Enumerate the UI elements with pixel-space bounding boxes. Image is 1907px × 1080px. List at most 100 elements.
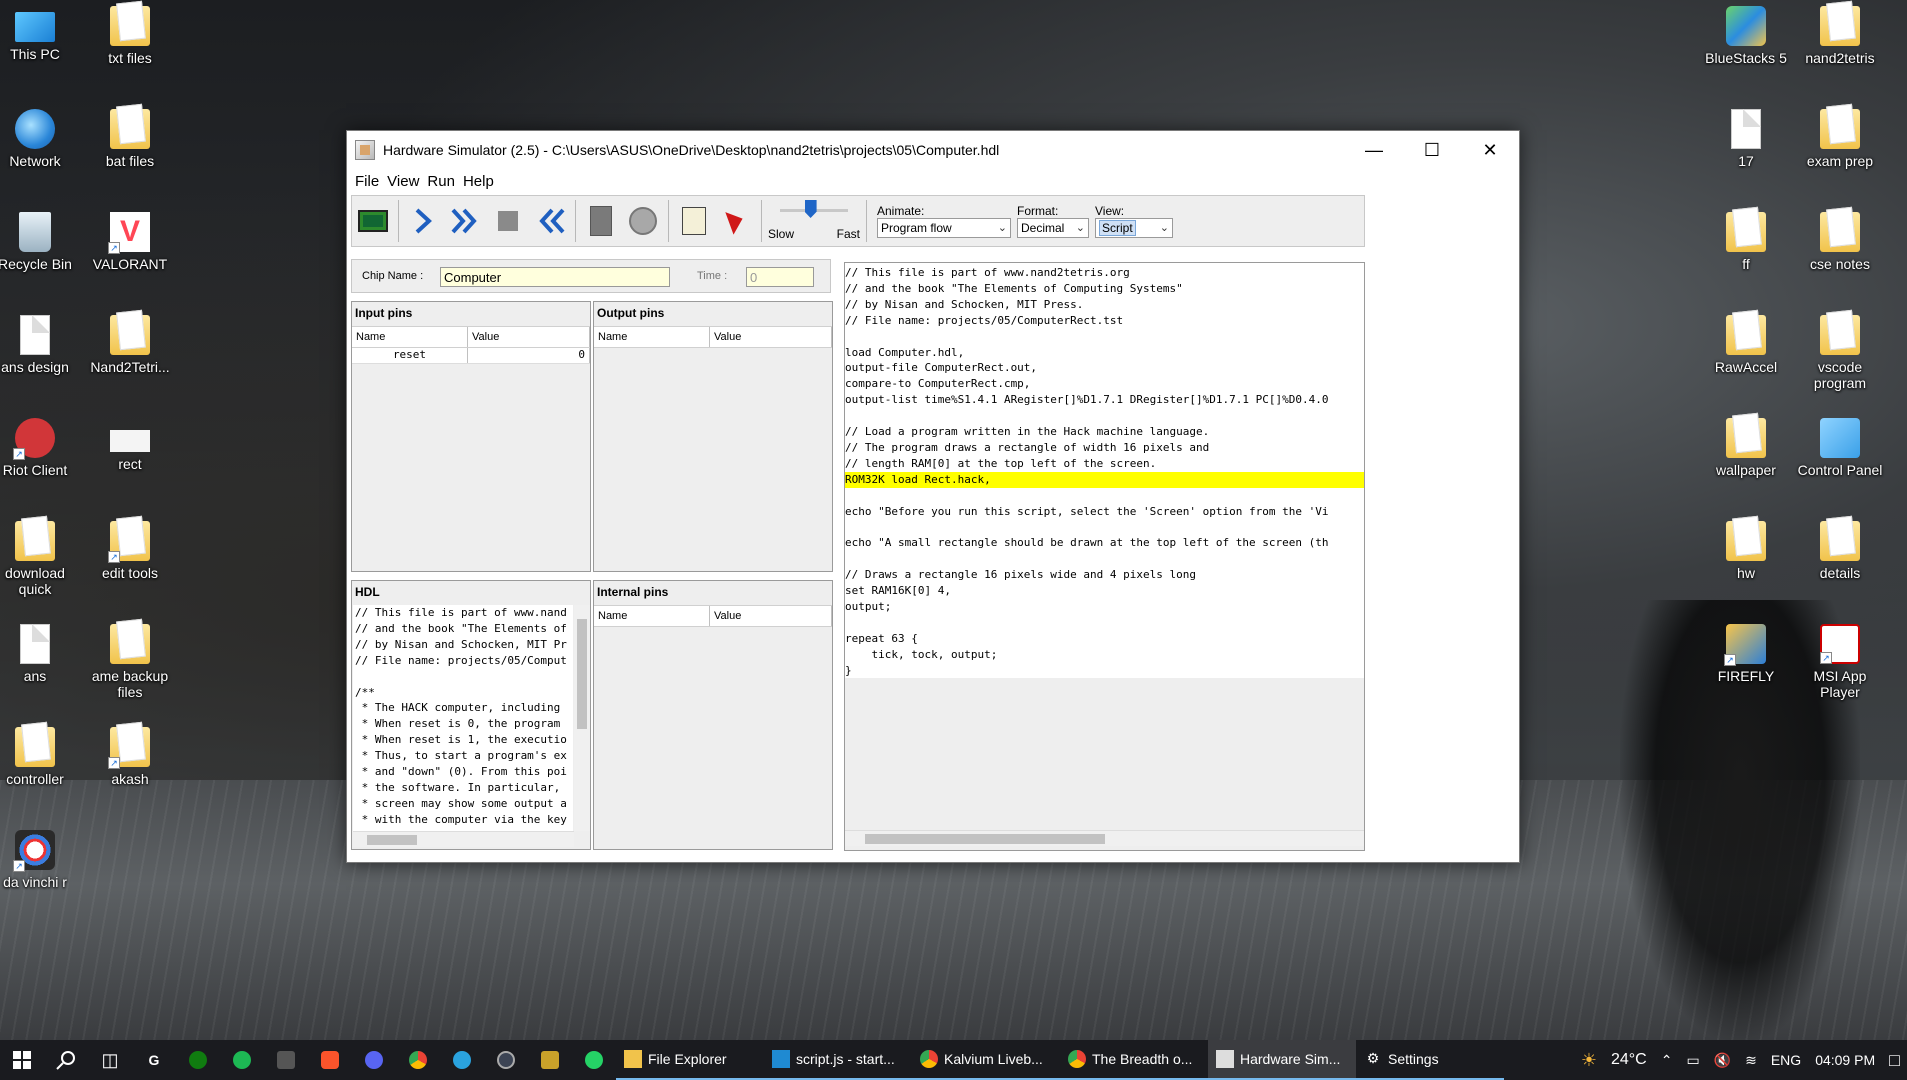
window-titlebar[interactable]: Hardware Simulator (2.5) - C:\Users\ASUS… — [347, 131, 1519, 169]
clock[interactable]: 04:09 PM — [1808, 1052, 1882, 1068]
battery-icon[interactable]: ▭ — [1679, 1052, 1706, 1069]
desktop-icon[interactable]: txt files — [82, 6, 178, 66]
desktop-icon[interactable]: wallpaper — [1698, 418, 1794, 478]
desktop-icon[interactable]: bat files — [82, 109, 178, 169]
slider-thumb[interactable] — [804, 200, 817, 218]
desktop-icon[interactable]: download quick — [0, 521, 83, 597]
desktop-icon[interactable]: RawAccel — [1698, 315, 1794, 375]
load-script-button[interactable] — [674, 201, 714, 241]
menu-run[interactable]: Run — [423, 173, 459, 190]
breakpoints-button[interactable] — [716, 201, 756, 241]
desktop-icon[interactable]: exam prep — [1792, 109, 1888, 169]
view-dropdown[interactable]: Script ⌄ — [1095, 218, 1173, 238]
taskbar-app[interactable] — [220, 1040, 264, 1080]
desktop-icon[interactable]: Nand2Tetri... — [82, 315, 178, 375]
maximize-icon[interactable]: ☐ — [1403, 131, 1461, 169]
desktop-icon[interactable]: VALORANT — [82, 212, 178, 272]
volume-muted-icon[interactable]: 🔇 — [1707, 1052, 1738, 1069]
run-button[interactable] — [446, 201, 486, 241]
single-step-button[interactable] — [404, 201, 444, 241]
language-indicator[interactable]: ENG — [1764, 1052, 1808, 1068]
task-label: File Explorer — [648, 1051, 727, 1067]
start-button[interactable] — [0, 1040, 44, 1080]
menu-help[interactable]: Help — [459, 173, 498, 190]
desktop-icon[interactable]: hw — [1698, 521, 1794, 581]
desktop-icon[interactable]: ans — [0, 624, 83, 684]
chevron-up-icon[interactable]: ⌃ — [1654, 1052, 1680, 1069]
desktop-icon[interactable]: FIREFLY — [1698, 624, 1794, 684]
desktop-icon[interactable]: edit tools — [82, 521, 178, 581]
scroll-thumb[interactable] — [367, 835, 417, 845]
desktop-icon[interactable]: Recycle Bin — [0, 212, 83, 272]
speed-slider[interactable]: Slow Fast — [766, 197, 862, 245]
desktop-icon[interactable]: This PC — [0, 6, 83, 62]
desktop-icon-label: This PC — [10, 46, 60, 62]
stop-button[interactable] — [488, 201, 528, 241]
desktop-icon[interactable]: Riot Client — [0, 418, 83, 478]
search-button[interactable] — [44, 1040, 88, 1080]
task-file-explorer[interactable]: File Explorer — [616, 1040, 764, 1080]
col-value: Value — [710, 606, 832, 626]
desktop-icon[interactable]: ame backup files — [82, 624, 178, 700]
shortcut-arrow-icon — [1820, 652, 1832, 664]
hdl-horizontal-scrollbar[interactable] — [353, 831, 574, 847]
script-horizontal-scrollbar[interactable] — [845, 830, 1364, 846]
format-dropdown[interactable]: Decimal ⌄ — [1017, 218, 1089, 238]
desktop-icon[interactable]: akash — [82, 727, 178, 787]
eval-button[interactable] — [581, 201, 621, 241]
taskbar-app[interactable] — [308, 1040, 352, 1080]
taskbar-app[interactable]: G — [132, 1040, 176, 1080]
close-icon[interactable]: ✕ — [1461, 131, 1519, 169]
desktop-icon[interactable]: da vinchi r — [0, 830, 83, 890]
script-code-view[interactable]: // This file is part of www.nand2tetris.… — [845, 263, 1364, 678]
taskbar-app[interactable] — [572, 1040, 616, 1080]
desktop-icon[interactable]: rect — [82, 418, 178, 472]
desktop-icon[interactable]: controller — [0, 727, 83, 787]
pin-value[interactable]: 0 — [468, 348, 590, 363]
taskbar-app[interactable] — [484, 1040, 528, 1080]
weather-icon[interactable]: ☀ — [1574, 1050, 1604, 1071]
task-settings[interactable]: ⚙ Settings — [1356, 1040, 1504, 1080]
weather-temp[interactable]: 24°C — [1604, 1051, 1654, 1069]
minimize-icon[interactable]: — — [1345, 131, 1403, 169]
desktop-icon[interactable]: Control Panel — [1792, 418, 1888, 478]
chip-name-field[interactable]: Computer — [440, 267, 670, 287]
desktop-icon[interactable]: ff — [1698, 212, 1794, 272]
tick-tock-button[interactable] — [623, 201, 663, 241]
scroll-thumb[interactable] — [577, 619, 587, 729]
reset-button[interactable] — [530, 201, 570, 241]
wifi-icon[interactable]: ≋ — [1738, 1052, 1764, 1069]
menu-file[interactable]: File — [351, 173, 383, 190]
scroll-thumb[interactable] — [865, 834, 1105, 844]
taskbar-app[interactable] — [440, 1040, 484, 1080]
desktop-icon-label: details — [1819, 565, 1861, 581]
desktop-icon[interactable]: nand2tetris — [1792, 6, 1888, 66]
taskbar-app[interactable] — [528, 1040, 572, 1080]
taskbar-app[interactable] — [176, 1040, 220, 1080]
hdl-code-view[interactable]: // This file is part of www.nand // and t… — [353, 605, 573, 831]
task-view-button[interactable]: ◫ — [88, 1040, 132, 1080]
time-field[interactable]: 0 — [746, 267, 814, 287]
desktop-icon[interactable]: vscode program — [1792, 315, 1888, 391]
desktop-icon[interactable]: cse notes — [1792, 212, 1888, 272]
desktop-icon[interactable]: Network — [0, 109, 83, 169]
hdl-vertical-scrollbar[interactable] — [574, 605, 590, 831]
table-row[interactable]: reset 0 — [352, 348, 590, 364]
menu-view[interactable]: View — [383, 173, 423, 190]
animate-dropdown[interactable]: Program flow ⌄ — [877, 218, 1011, 238]
task-hardware-simulator[interactable]: Hardware Sim... — [1208, 1040, 1356, 1080]
taskbar-app[interactable] — [264, 1040, 308, 1080]
desktop-icon[interactable]: 17 — [1698, 109, 1794, 169]
desktop-icon[interactable]: MSI App Player — [1792, 624, 1888, 700]
chip-icon — [358, 210, 388, 232]
taskbar-app[interactable] — [352, 1040, 396, 1080]
desktop-icon[interactable]: details — [1792, 521, 1888, 581]
task-vscode[interactable]: script.js - start... — [764, 1040, 912, 1080]
desktop-icon[interactable]: BlueStacks 5 — [1698, 6, 1794, 66]
load-chip-button[interactable] — [353, 201, 393, 241]
desktop-icon[interactable]: ans design — [0, 315, 83, 375]
task-chrome-breadth[interactable]: The Breadth o... — [1060, 1040, 1208, 1080]
notification-icon[interactable]: □ — [1882, 1050, 1907, 1071]
taskbar-app[interactable] — [396, 1040, 440, 1080]
task-chrome-kalvium[interactable]: Kalvium Liveb... — [912, 1040, 1060, 1080]
